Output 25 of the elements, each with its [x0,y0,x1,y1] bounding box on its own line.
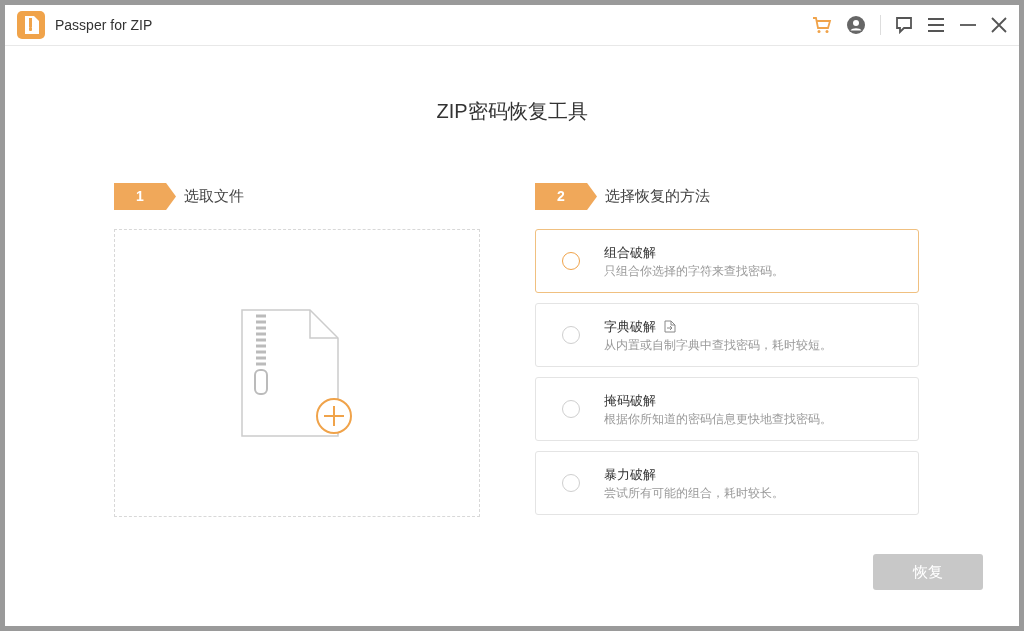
zip-file-icon [17,11,45,39]
method-option[interactable]: 掩码破解 根据你所知道的密码信息更快地查找密码。 [535,377,919,441]
step-label: 选择恢复的方法 [605,186,710,207]
cart-icon[interactable] [812,16,832,34]
method-name: 字典破解 [604,317,656,336]
page-heading: ZIP密码恢复工具 [436,99,588,124]
method-description: 根据你所知道的密码信息更快地查找密码。 [604,410,832,428]
method-name: 掩码破解 [604,391,656,410]
step-number: 1 [114,183,176,210]
menu-icon[interactable] [927,17,945,33]
method-option[interactable]: 组合破解 只组合你选择的字符来查找密码。 [535,229,919,293]
method-description: 只组合你选择的字符来查找密码。 [604,262,784,280]
step-number: 2 [535,183,597,210]
method-description: 从内置或自制字典中查找密码，耗时较短。 [604,336,832,354]
window-title: Passper for ZIP [55,15,153,35]
method-description: 尝试所有可能的组合，耗时较长。 [604,484,784,502]
method-option[interactable]: 暴力破解 尝试所有可能的组合，耗时较长。 [535,451,919,515]
method-name: 组合破解 [604,243,656,262]
method-name: 暴力破解 [604,465,656,484]
file-import-icon[interactable] [664,319,676,333]
step-label: 选取文件 [184,186,244,207]
account-icon[interactable] [846,15,866,35]
method-option[interactable]: 字典破解 从内置或自制字典中查找密码，耗时较短。 [535,303,919,367]
close-icon[interactable] [991,17,1007,33]
feedback-icon[interactable] [895,16,913,34]
